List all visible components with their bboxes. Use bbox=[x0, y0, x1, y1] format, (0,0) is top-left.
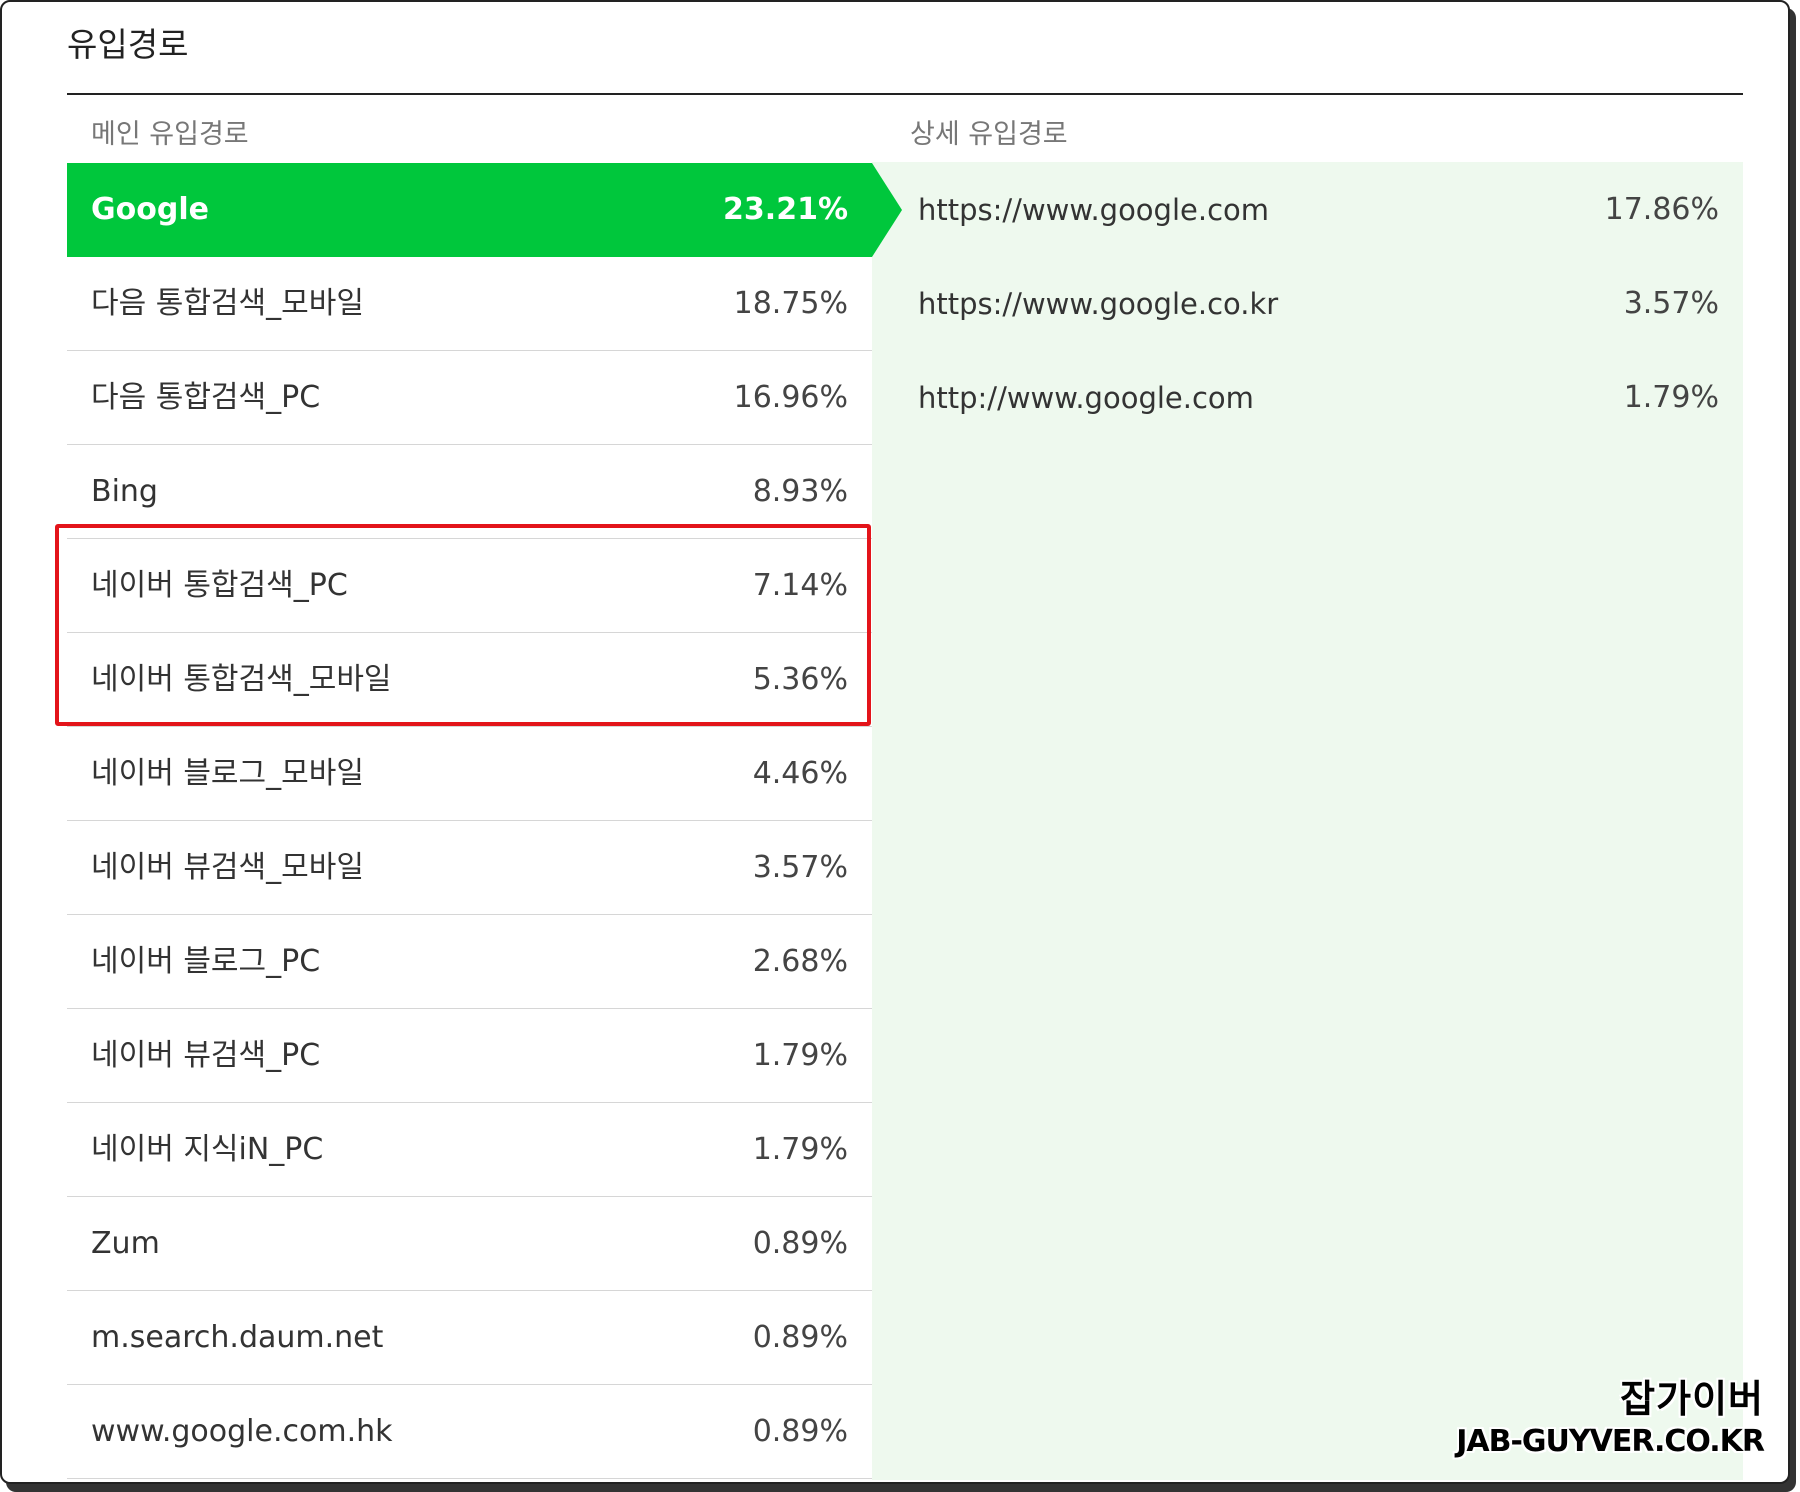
main-row[interactable]: m.search.daum.net 0.89% bbox=[67, 1291, 872, 1385]
watermark-en: JAB-GUYVER.CO.KR bbox=[1456, 1424, 1765, 1459]
row-label: 네이버 통합검색_PC bbox=[91, 568, 348, 603]
row-percent: 18.75% bbox=[733, 286, 848, 321]
section-title: 유입경로 bbox=[67, 25, 189, 64]
main-row[interactable]: 네이버 블로그_모바일 4.46% bbox=[67, 727, 872, 821]
row-label: Google bbox=[91, 192, 209, 227]
detail-url: https://www.google.co.kr bbox=[918, 287, 1279, 321]
row-percent: 16.96% bbox=[733, 380, 848, 415]
row-percent: 0.89% bbox=[752, 1414, 848, 1449]
row-percent: 2.68% bbox=[752, 944, 848, 979]
row-label: 다음 통합검색_모바일 bbox=[91, 286, 364, 321]
main-row-google[interactable]: Google 23.21% bbox=[67, 163, 902, 257]
row-percent: 7.14% bbox=[752, 568, 848, 603]
main-row[interactable]: 네이버 블로그_PC 2.68% bbox=[67, 915, 872, 1009]
detail-url: http://www.google.com bbox=[918, 381, 1254, 415]
main-row[interactable]: 네이버 통합검색_모바일 5.36% bbox=[67, 633, 872, 727]
row-percent: 0.89% bbox=[752, 1320, 848, 1355]
detail-row[interactable]: http://www.google.com 1.79% bbox=[872, 351, 1743, 445]
row-label: 네이버 지식iN_PC bbox=[91, 1132, 324, 1167]
main-row[interactable]: 네이버 통합검색_PC 7.14% bbox=[67, 539, 872, 633]
row-label: Zum bbox=[91, 1226, 160, 1261]
row-label: 네이버 블로그_PC bbox=[91, 944, 321, 979]
main-row[interactable]: 네이버 뷰검색_PC 1.79% bbox=[67, 1009, 872, 1103]
row-percent: 1.79% bbox=[752, 1132, 848, 1167]
detail-inflow-list: https://www.google.com 17.86% https://ww… bbox=[872, 163, 1743, 445]
row-label: www.google.com.hk bbox=[91, 1414, 393, 1449]
detail-percent: 17.86% bbox=[1604, 192, 1719, 227]
row-percent: 4.46% bbox=[752, 756, 848, 791]
row-percent: 5.36% bbox=[752, 662, 848, 697]
main-column-header: 메인 유입경로 bbox=[91, 119, 249, 150]
main-row[interactable]: Bing 8.93% bbox=[67, 445, 872, 539]
row-label: 네이버 블로그_모바일 bbox=[91, 756, 364, 791]
watermark: 잡가이버 JAB-GUYVER.CO.KR bbox=[1456, 1376, 1765, 1462]
row-percent: 1.79% bbox=[752, 1038, 848, 1073]
row-percent: 23.21% bbox=[723, 192, 848, 227]
row-percent: 3.57% bbox=[752, 850, 848, 885]
row-label: 네이버 통합검색_모바일 bbox=[91, 662, 392, 697]
row-label: 네이버 뷰검색_PC bbox=[91, 1038, 321, 1073]
detail-percent: 3.57% bbox=[1623, 286, 1719, 321]
main-row[interactable]: 다음 통합검색_PC 16.96% bbox=[67, 351, 872, 445]
row-label: 다음 통합검색_PC bbox=[91, 380, 321, 415]
detail-percent: 1.79% bbox=[1623, 380, 1719, 415]
main-inflow-list: Google 23.21% 다음 통합검색_모바일 18.75% 다음 통합검색… bbox=[67, 163, 902, 1479]
main-row[interactable]: Zum 0.89% bbox=[67, 1197, 872, 1291]
title-divider bbox=[67, 93, 1743, 95]
detail-column-header: 상세 유입경로 bbox=[910, 119, 1068, 150]
main-row[interactable]: www.google.com.hk 0.89% bbox=[67, 1385, 872, 1479]
detail-row[interactable]: https://www.google.com 17.86% bbox=[872, 163, 1743, 257]
main-row[interactable]: 네이버 뷰검색_모바일 3.57% bbox=[67, 821, 872, 915]
row-label: Bing bbox=[91, 474, 158, 509]
row-label: m.search.daum.net bbox=[91, 1320, 384, 1355]
detail-row[interactable]: https://www.google.co.kr 3.57% bbox=[872, 257, 1743, 351]
main-row[interactable]: 네이버 지식iN_PC 1.79% bbox=[67, 1103, 872, 1197]
watermark-ko: 잡가이버 bbox=[1620, 1377, 1764, 1421]
main-row[interactable]: 다음 통합검색_모바일 18.75% bbox=[67, 257, 872, 351]
row-label: 네이버 뷰검색_모바일 bbox=[91, 850, 364, 885]
detail-url: https://www.google.com bbox=[918, 193, 1270, 227]
row-percent: 8.93% bbox=[752, 474, 848, 509]
row-percent: 0.89% bbox=[752, 1226, 848, 1261]
